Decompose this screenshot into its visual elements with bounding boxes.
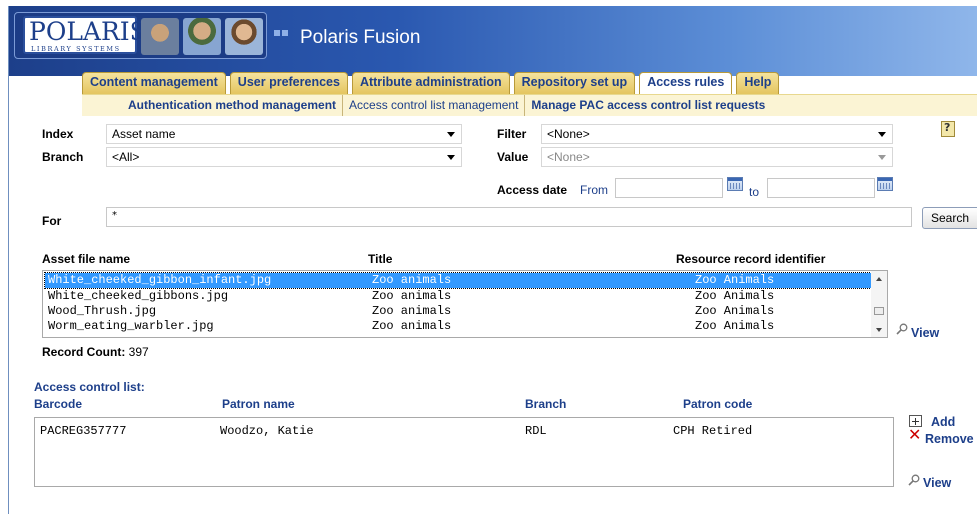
access-date-label: Access date xyxy=(497,183,568,197)
index-select[interactable]: Asset name xyxy=(106,124,462,144)
asset-row[interactable]: White_cheeked_gibbons.jpg Zoo animals Zo… xyxy=(45,289,871,304)
subnav-access-control-list-management[interactable]: Access control list management xyxy=(343,95,526,116)
chevron-down-icon xyxy=(447,132,455,137)
scroll-up-icon[interactable] xyxy=(876,277,882,281)
asset-file-cell: White_cheeked_gibbons.jpg xyxy=(48,289,229,303)
app-title: Polaris Fusion xyxy=(300,27,421,48)
acl-branch-cell: RDL xyxy=(525,424,547,438)
tab-access-rules[interactable]: Access rules xyxy=(639,72,733,94)
app-header: POLARIS LIBRARY SYSTEMS Polaris Fusion xyxy=(8,6,977,76)
asset-file-cell: Worm_eating_warbler.jpg xyxy=(48,319,214,333)
polaris-logo: POLARIS LIBRARY SYSTEMS xyxy=(23,16,147,54)
acl-list[interactable]: PACREG357777 Woodzo, Katie RDL CPH Retir… xyxy=(34,417,894,487)
asset-title-cell: Zoo animals xyxy=(372,273,452,287)
left-border xyxy=(8,6,9,514)
acl-view-link[interactable]: View xyxy=(923,476,951,490)
access-date-to-input[interactable] xyxy=(767,178,875,198)
acl-heading: Access control list: xyxy=(34,380,145,394)
column-patron-name: Patron name xyxy=(222,397,295,411)
for-input[interactable]: * xyxy=(106,207,912,227)
scroll-thumb[interactable] xyxy=(874,307,884,315)
asset-list-scrollbar[interactable] xyxy=(871,271,887,337)
tab-content-management[interactable]: Content management xyxy=(82,72,226,94)
header-square-icon xyxy=(274,30,280,36)
calendar-icon[interactable] xyxy=(877,177,893,191)
branch-label: Branch xyxy=(42,150,84,164)
tab-user-preferences[interactable]: User preferences xyxy=(229,72,348,94)
column-asset-file-name: Asset file name xyxy=(42,252,131,266)
asset-view-link[interactable]: View xyxy=(911,326,939,340)
asset-list[interactable]: White_cheeked_gibbon_infant.jpg Zoo anim… xyxy=(42,270,888,338)
to-label: to xyxy=(749,185,760,199)
record-count-value: 397 xyxy=(128,345,149,359)
record-count: Record Count: 397 xyxy=(42,345,149,359)
value-label: Value xyxy=(497,150,529,164)
asset-row[interactable]: Wood_Thrush.jpg Zoo animals Zoo Animals xyxy=(45,304,871,319)
acl-patron-code-cell: CPH Retired xyxy=(673,424,753,438)
acl-remove-link[interactable]: Remove xyxy=(925,432,974,446)
asset-title-cell: Zoo animals xyxy=(372,289,452,303)
for-label: For xyxy=(42,214,62,228)
asset-rri-cell: Zoo Animals xyxy=(695,319,775,333)
chevron-down-icon xyxy=(878,155,886,160)
woman-photo-icon xyxy=(225,18,263,55)
column-resource-record-identifier: Resource record identifier xyxy=(676,252,826,266)
branch-select[interactable]: <All> xyxy=(106,147,462,167)
chevron-down-icon xyxy=(447,155,455,160)
logo-subtext: LIBRARY SYSTEMS xyxy=(31,45,121,53)
access-date-from-input[interactable] xyxy=(615,178,723,198)
student-photo-icon xyxy=(183,18,221,55)
record-count-label: Record Count: xyxy=(42,345,126,359)
acl-row[interactable]: PACREG357777 Woodzo, Katie RDL CPH Retir… xyxy=(37,424,887,439)
acl-add-link[interactable]: Add xyxy=(931,415,955,429)
reader-photo-icon xyxy=(141,18,179,55)
index-label: Index xyxy=(42,127,74,141)
subnav-authentication-method-management[interactable]: Authentication method management xyxy=(122,95,344,116)
asset-row[interactable]: White_cheeked_gibbon_infant.jpg Zoo anim… xyxy=(44,272,872,289)
asset-rri-cell: Zoo Animals xyxy=(695,289,775,303)
subnav-manage-pac-requests[interactable]: Manage PAC access control list requests xyxy=(525,95,771,116)
asset-rri-cell: Zoo Animals xyxy=(695,273,775,287)
search-button[interactable]: Search xyxy=(922,207,977,229)
value-select-value: <None> xyxy=(547,150,590,164)
column-branch: Branch xyxy=(525,397,567,411)
index-select-value: Asset name xyxy=(112,127,176,141)
calendar-icon[interactable] xyxy=(727,177,743,191)
asset-file-cell: White_cheeked_gibbon_infant.jpg xyxy=(48,273,272,287)
logo-text: POLARIS xyxy=(29,17,147,46)
remove-icon[interactable]: ✕ xyxy=(908,427,921,443)
main-tabs: Content management User preferences Attr… xyxy=(82,72,780,94)
from-label: From xyxy=(580,183,608,197)
asset-rri-cell: Zoo Animals xyxy=(695,304,775,318)
column-barcode: Barcode xyxy=(34,397,83,411)
column-title: Title xyxy=(368,252,393,266)
chevron-down-icon xyxy=(878,132,886,137)
asset-row[interactable]: Worm_eating_warbler.jpg Zoo animals Zoo … xyxy=(45,319,871,334)
tab-help[interactable]: Help xyxy=(736,72,780,94)
help-icon[interactable]: ? xyxy=(941,121,955,137)
logo-box: POLARIS LIBRARY SYSTEMS xyxy=(14,12,267,59)
filter-select[interactable]: <None> xyxy=(541,124,893,144)
asset-title-cell: Zoo animals xyxy=(372,304,452,318)
branch-select-value: <All> xyxy=(112,150,140,164)
scroll-down-icon[interactable] xyxy=(876,328,882,332)
sub-navigation: Authentication method management Access … xyxy=(82,94,977,116)
header-square-icon xyxy=(282,30,288,36)
tab-repository-set-up[interactable]: Repository set up xyxy=(513,72,636,94)
acl-patron-name-cell: Woodzo, Katie xyxy=(220,424,314,438)
filter-select-value: <None> xyxy=(547,127,590,141)
asset-title-cell: Zoo animals xyxy=(372,319,452,333)
tab-attribute-administration[interactable]: Attribute administration xyxy=(351,72,510,94)
filter-label: Filter xyxy=(497,127,527,141)
value-select[interactable]: <None> xyxy=(541,147,893,167)
asset-file-cell: Wood_Thrush.jpg xyxy=(48,304,157,318)
magnifier-icon[interactable] xyxy=(908,474,920,486)
column-patron-code: Patron code xyxy=(683,397,753,411)
acl-barcode-cell: PACREG357777 xyxy=(40,424,127,438)
magnifier-icon[interactable] xyxy=(896,323,908,335)
